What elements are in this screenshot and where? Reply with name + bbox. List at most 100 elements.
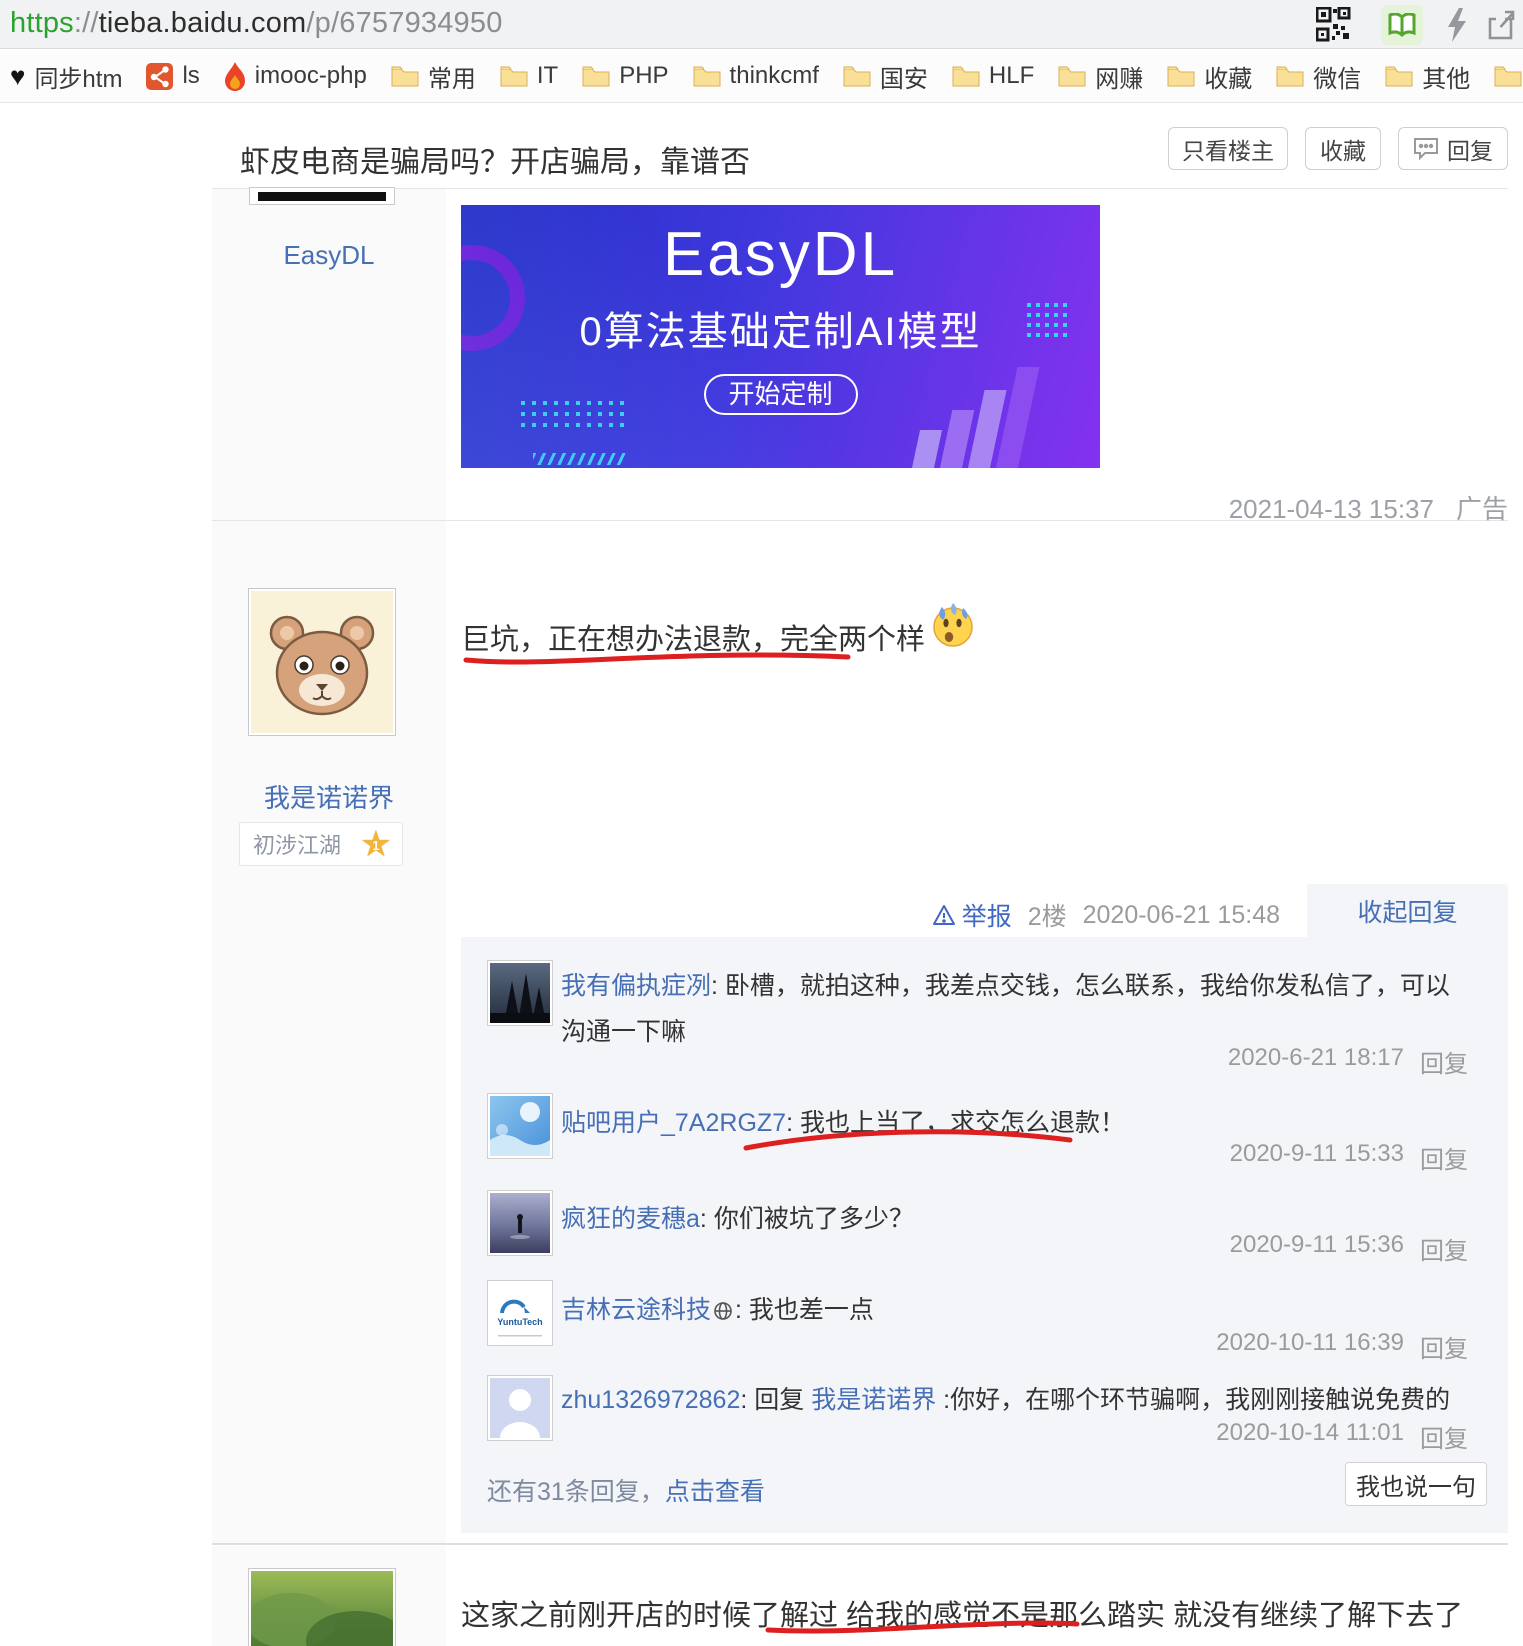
folder-icon [952,65,980,87]
bookmark-item[interactable]: ♥同步htm [10,59,122,94]
banner-title: EasyDL [461,219,1100,290]
reply-time-row: 2020-9-11 15:33回复 [1230,1140,1468,1175]
ad-time: 2021-04-13 15:37 [1229,494,1434,524]
banner-chart-decoration [906,355,1066,468]
reply-time-row: 2020-10-11 16:39 回复 [1216,1329,1468,1364]
more-replies-row: 还有31条回复，点击查看 [487,1472,765,1508]
reply-avatar[interactable] [487,1375,553,1441]
folder-icon [1276,65,1304,87]
reply-username[interactable]: 吉林云途科技 [561,1296,711,1324]
qr-code-icon[interactable] [1316,7,1352,48]
ad-banner[interactable]: EasyDL 0算法基础定制AI模型 开始定制 [461,205,1100,468]
banner-stripes-decoration [533,453,627,465]
url-domain: tieba.baidu.com [99,7,307,39]
folder-icon [1494,65,1522,87]
lightning-icon[interactable] [1446,8,1468,47]
mention-link[interactable]: 我是诺诺界 [811,1386,936,1414]
folder-icon [1058,65,1086,87]
reader-mode-icon[interactable] [1381,5,1423,45]
favorite-button[interactable]: 收藏 [1305,127,1381,170]
url-scheme: https [10,7,74,39]
reply-username[interactable]: zhu1326972862 [561,1386,740,1414]
post-divider [212,1543,1508,1545]
moon-avatar-image [490,1096,550,1156]
collapse-replies-tab[interactable]: 收起回复 [1307,884,1508,937]
report-link[interactable]: 举报 [932,897,1012,933]
bookmark-item[interactable]: 收藏 [1167,59,1252,94]
reply-time-row: 2020-10-14 11:01回复 [1216,1419,1468,1454]
sweat-emoji-icon [929,600,977,648]
bookmark-item[interactable]: HLF [952,62,1034,90]
author-level-badge[interactable]: 初涉江湖 ★1 [239,822,403,866]
folder-icon [582,65,610,87]
reply-text: zhu1326972862: 回复 我是诺诺界 :你好，在哪个环节骗啊，我刚刚接… [561,1377,1466,1423]
folder-icon [1167,65,1195,87]
forest-hill-avatar-image [251,1571,393,1646]
speech-bubble-icon [1413,137,1439,160]
ad-avatar[interactable] [249,187,395,205]
post-meta-row: 举报 2楼 2020-06-21 15:48 [932,897,1280,933]
warning-triangle-icon [932,904,956,926]
banner-cta-button[interactable]: 开始定制 [704,374,858,415]
floor-number: 2楼 [1028,897,1067,933]
bookmarks-bar: ♥同步htm ls imooc-php 常用 IT PHP thinkcmf 国… [0,50,1523,103]
level-star-icon: ★1 [360,825,392,863]
reply-action-link[interactable]: 回复 [1420,1329,1468,1364]
globe-badge-icon [713,1301,733,1321]
yuntutech-logo-avatar-image: YuntuTech [490,1283,550,1343]
level-number: 1 [372,827,379,865]
url-text[interactable]: https://tieba.baidu.com/p/6757934950 [10,7,503,40]
share-node-icon [146,63,173,90]
reply-avatar[interactable]: YuntuTech [487,1280,553,1346]
post-time: 2020-06-21 15:48 [1083,901,1280,930]
reply-action-link[interactable]: 回复 [1420,1419,1468,1454]
banner-dots-decoration [521,401,633,433]
heart-icon: ♥ [10,63,25,89]
reply-time: 2020-9-11 15:36 [1230,1231,1404,1266]
reply-time-row: 2020-9-11 15:36 回复 [1230,1231,1468,1266]
bookmark-item[interactable]: IT [500,62,558,90]
folder-icon [693,65,721,87]
default-user-avatar-image [490,1378,550,1438]
reply-avatar[interactable] [487,1190,553,1256]
reply-action-link[interactable]: 回复 [1420,1044,1468,1079]
reply-button[interactable]: 回复 [1398,127,1508,170]
reply-text: 我有偏执症冽: 卧槽，就拍这种，我差点交钱，怎么联系，我给你发私信了，可以沟通一… [561,963,1466,1055]
reply-username[interactable]: 我有偏执症冽 [561,972,711,1000]
banner-subtitle: 0算法基础定制AI模型 [461,299,1100,357]
reply-username[interactable]: 贴吧用户_7A2RGZ7 [561,1109,786,1137]
ad-author-name[interactable]: EasyDL [212,240,446,271]
bookmark-item[interactable]: 常用 [391,59,476,94]
bookmark-item[interactable]: thinkcmf [693,62,819,90]
bookmark-item[interactable]: 国安 [843,59,928,94]
reply-avatar[interactable] [487,1093,553,1159]
say-something-button[interactable]: 我也说一句 [1345,1462,1487,1506]
ad-meta: 2021-04-13 15:37 广告 [1229,489,1508,526]
reply-avatar[interactable] [487,960,553,1026]
bookmark-item[interactable]: ls [146,62,199,90]
post-author-name[interactable]: 我是诺诺界 [212,778,446,815]
only-op-button[interactable]: 只看楼主 [1168,127,1288,170]
share-export-icon[interactable] [1487,9,1517,46]
ad-tag: 广告 [1456,494,1508,524]
reply-action-link[interactable]: 回复 [1420,1231,1468,1266]
url-path: /p/6757934950 [306,7,502,39]
post-author-avatar[interactable] [248,588,396,736]
bookmark-item[interactable]: PHP [582,62,668,90]
next-author-avatar[interactable] [248,1568,396,1646]
bookmark-item[interactable]: imooc-php [224,62,367,91]
bookmark-item[interactable]: 微信 [1276,59,1361,94]
more-replies-count: 还有31条回复， [487,1478,665,1506]
bookmark-item[interactable]: 其他 [1385,59,1470,94]
reply-username[interactable]: 疯狂的麦穗a [561,1205,700,1233]
svg-text:YuntuTech: YuntuTech [497,1317,542,1327]
bookmark-item[interactable]: 日化 [1494,59,1523,94]
reply-time: 2020-10-11 16:39 [1216,1329,1404,1364]
reply-text: 吉林云途科技: 我也差一点 [561,1287,1466,1333]
forest-avatar-image [490,963,550,1023]
reply-action-link[interactable]: 回复 [1420,1140,1468,1175]
bookmark-item[interactable]: 网赚 [1058,59,1143,94]
lake-avatar-image [490,1193,550,1253]
bear-avatar-image [251,591,393,733]
view-more-link[interactable]: 点击查看 [665,1478,765,1506]
